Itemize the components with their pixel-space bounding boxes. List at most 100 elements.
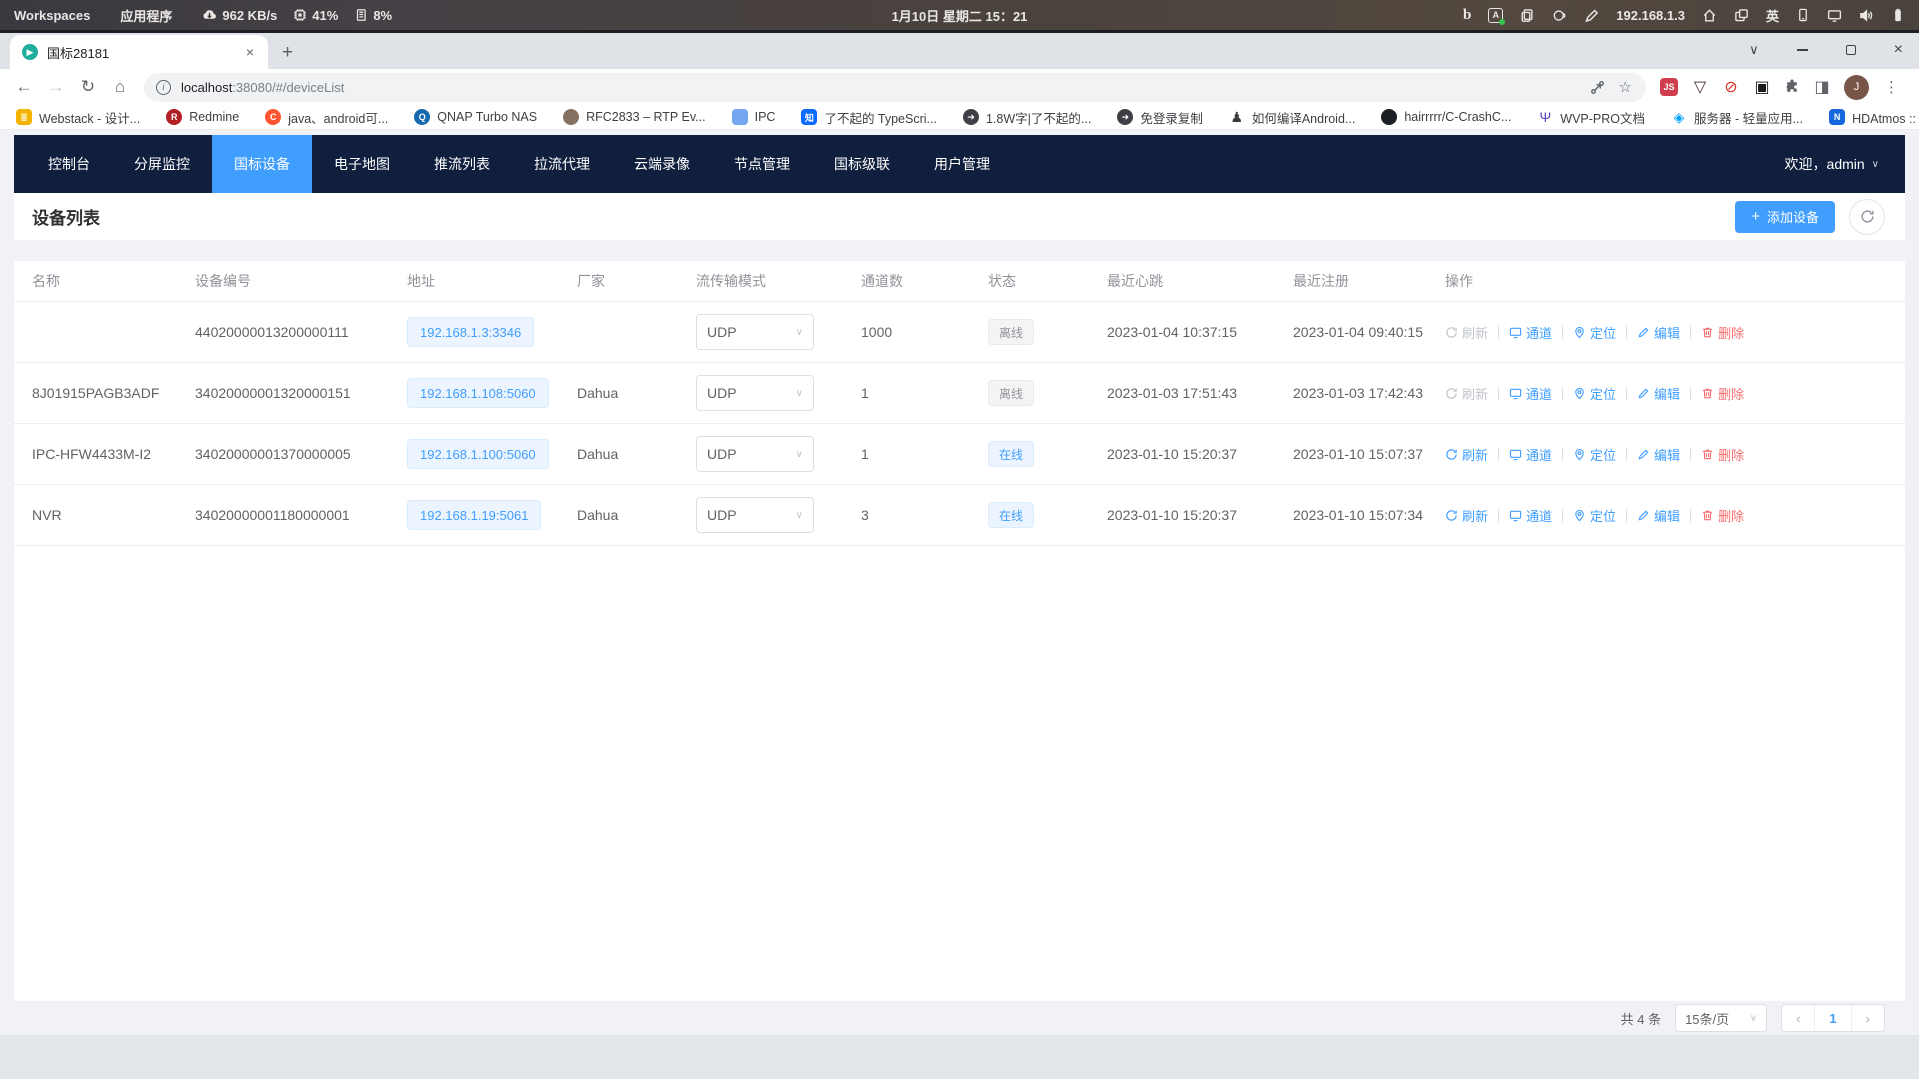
page-size-select[interactable]: 15条/页∨ <box>1675 1004 1767 1032</box>
nav-item-map[interactable]: 电子地图 <box>312 135 412 193</box>
blocker-extension-icon[interactable]: ⊘ <box>1722 78 1740 96</box>
edit-button[interactable]: 编辑 <box>1637 506 1680 525</box>
stream-mode-select[interactable]: UDP∨ <box>696 375 814 411</box>
bookmark-item[interactable]: Cjava、android可... <box>265 108 388 127</box>
tab-search-icon[interactable]: ∨ <box>1749 42 1759 58</box>
chevron-down-icon: ∨ <box>1750 1013 1757 1024</box>
bookmark-item[interactable]: RFC2833 – RTP Ev... <box>563 109 706 125</box>
forward-button[interactable]: → <box>42 73 70 101</box>
locate-button[interactable]: 定位 <box>1573 384 1616 403</box>
bookmark-item[interactable]: ➜免登录复制 <box>1117 108 1203 127</box>
wine-glass-extension-icon[interactable]: ▽ <box>1691 78 1709 96</box>
delete-button[interactable]: 删除 <box>1701 323 1744 342</box>
prev-page-button[interactable]: ‹ <box>1782 1005 1814 1031</box>
workspace-switcher-icon[interactable] <box>1734 8 1749 23</box>
divider <box>1498 387 1499 400</box>
current-page[interactable]: 1 <box>1814 1005 1851 1031</box>
share-icon[interactable] <box>1590 80 1605 95</box>
locate-button[interactable]: 定位 <box>1573 323 1616 342</box>
bookmark-item[interactable]: ➜1.8W字|了不起的... <box>963 108 1091 127</box>
volume-tray-icon[interactable] <box>1859 8 1874 23</box>
nav-item-push-list[interactable]: 推流列表 <box>412 135 512 193</box>
bookmark-item[interactable]: NHDAtmos :: 种子 *... <box>1829 108 1919 127</box>
cell-vendor: Dahua <box>577 385 696 401</box>
browser-menu-icon[interactable]: ⋮ <box>1882 78 1905 96</box>
add-device-button[interactable]: +添加设备 <box>1735 201 1835 233</box>
nav-item-console[interactable]: 控制台 <box>26 135 112 193</box>
bookmark-star-icon[interactable]: ☆ <box>1619 78 1632 96</box>
delete-button[interactable]: 删除 <box>1701 506 1744 525</box>
back-button[interactable]: ← <box>10 73 38 101</box>
browser-tab[interactable]: ▶ 国标28181 × <box>10 35 268 69</box>
nav-item-gb-cascade[interactable]: 国标级联 <box>812 135 912 193</box>
status-badge: 在线 <box>988 441 1034 467</box>
nav-item-node-manage[interactable]: 节点管理 <box>712 135 812 193</box>
delete-button[interactable]: 删除 <box>1701 384 1744 403</box>
refresh-device-button[interactable]: 刷新 <box>1445 445 1488 464</box>
refresh-device-button[interactable]: 刷新 <box>1445 384 1488 403</box>
phone-tray-icon[interactable] <box>1796 8 1810 22</box>
applications-button[interactable]: 应用程序 <box>120 6 172 25</box>
edit-button[interactable]: 编辑 <box>1637 384 1680 403</box>
edit-button[interactable]: 编辑 <box>1637 445 1680 464</box>
bookmark-item[interactable]: hairrrrr/C-CrashC... <box>1381 109 1511 125</box>
tab-close-icon[interactable]: × <box>242 44 258 60</box>
cpu-usage: 41% <box>293 8 338 23</box>
bookmark-item[interactable]: IPC <box>732 109 776 125</box>
pen-tray-icon[interactable] <box>1584 8 1599 23</box>
bookmark-item[interactable]: ◈服务器 - 轻量应用... <box>1671 108 1803 127</box>
ip-address-indicator[interactable]: 192.168.1.3 <box>1616 8 1685 23</box>
user-menu[interactable]: 欢迎，admin∨ <box>1785 135 1905 193</box>
channels-button[interactable]: 通道 <box>1509 506 1552 525</box>
bookmark-item[interactable]: ♟如何编译Android... <box>1229 108 1356 127</box>
stream-mode-select[interactable]: UDP∨ <box>696 497 814 533</box>
location-pin-icon <box>1573 509 1586 522</box>
home-button[interactable]: ⌂ <box>106 73 134 101</box>
bookmark-item[interactable]: RRedmine <box>166 109 239 125</box>
battery-tray-icon[interactable] <box>1891 8 1905 22</box>
nav-item-cloud-record[interactable]: 云端录像 <box>612 135 712 193</box>
extensions-puzzle-icon[interactable] <box>1784 79 1800 95</box>
input-language-indicator[interactable]: 英 <box>1766 6 1779 25</box>
clipboard-tray-icon[interactable] <box>1520 8 1535 23</box>
bookmark-item[interactable]: 知了不起的 TypeScri... <box>801 108 937 127</box>
channels-button[interactable]: 通道 <box>1509 323 1552 342</box>
bookmark-item[interactable]: ≣Webstack - 设计... <box>16 108 140 127</box>
channels-button[interactable]: 通道 <box>1509 384 1552 403</box>
cup-tray-icon[interactable] <box>1552 8 1567 23</box>
nav-item-pull-proxy[interactable]: 拉流代理 <box>512 135 612 193</box>
side-panel-icon[interactable]: ◨ <box>1813 78 1831 96</box>
nav-item-user-manage[interactable]: 用户管理 <box>912 135 1012 193</box>
window-minimize-button[interactable] <box>1797 49 1808 51</box>
bookmark-item[interactable]: ΨWVP-PRO文档 <box>1537 108 1645 127</box>
refresh-device-button[interactable]: 刷新 <box>1445 506 1488 525</box>
edit-button[interactable]: 编辑 <box>1637 323 1680 342</box>
site-info-icon[interactable]: i <box>156 80 171 95</box>
bookmark-item[interactable]: QQNAP Turbo NAS <box>414 109 537 125</box>
refresh-list-button[interactable] <box>1849 199 1885 235</box>
channels-button[interactable]: 通道 <box>1509 445 1552 464</box>
translate-tray-icon[interactable]: A <box>1488 8 1503 23</box>
home-tray-icon[interactable] <box>1702 8 1717 23</box>
nav-item-gb-devices[interactable]: 国标设备 <box>212 135 312 193</box>
address-bar[interactable]: i localhost:38080/#/deviceList ☆ <box>144 73 1646 102</box>
locate-button[interactable]: 定位 <box>1573 445 1616 464</box>
workspaces-button[interactable]: Workspaces <box>14 8 90 23</box>
js-extension-icon[interactable]: JS <box>1660 78 1678 96</box>
window-restore-button[interactable] <box>1846 45 1856 55</box>
nav-item-split-screen[interactable]: 分屏监控 <box>112 135 212 193</box>
next-page-button[interactable]: › <box>1852 1005 1884 1031</box>
github-icon <box>1381 109 1397 125</box>
screenshot-extension-icon[interactable]: ▣ <box>1753 78 1771 96</box>
reload-button[interactable]: ↻ <box>74 73 102 101</box>
profile-avatar[interactable]: J <box>1844 75 1869 100</box>
stream-mode-select[interactable]: UDP∨ <box>696 314 814 350</box>
locate-button[interactable]: 定位 <box>1573 506 1616 525</box>
display-tray-icon[interactable] <box>1827 8 1842 23</box>
new-tab-button[interactable]: + <box>282 42 293 64</box>
window-close-button[interactable]: × <box>1894 41 1903 59</box>
bing-tray-icon[interactable]: b <box>1463 7 1471 24</box>
refresh-device-button[interactable]: 刷新 <box>1445 323 1488 342</box>
stream-mode-select[interactable]: UDP∨ <box>696 436 814 472</box>
delete-button[interactable]: 删除 <box>1701 445 1744 464</box>
